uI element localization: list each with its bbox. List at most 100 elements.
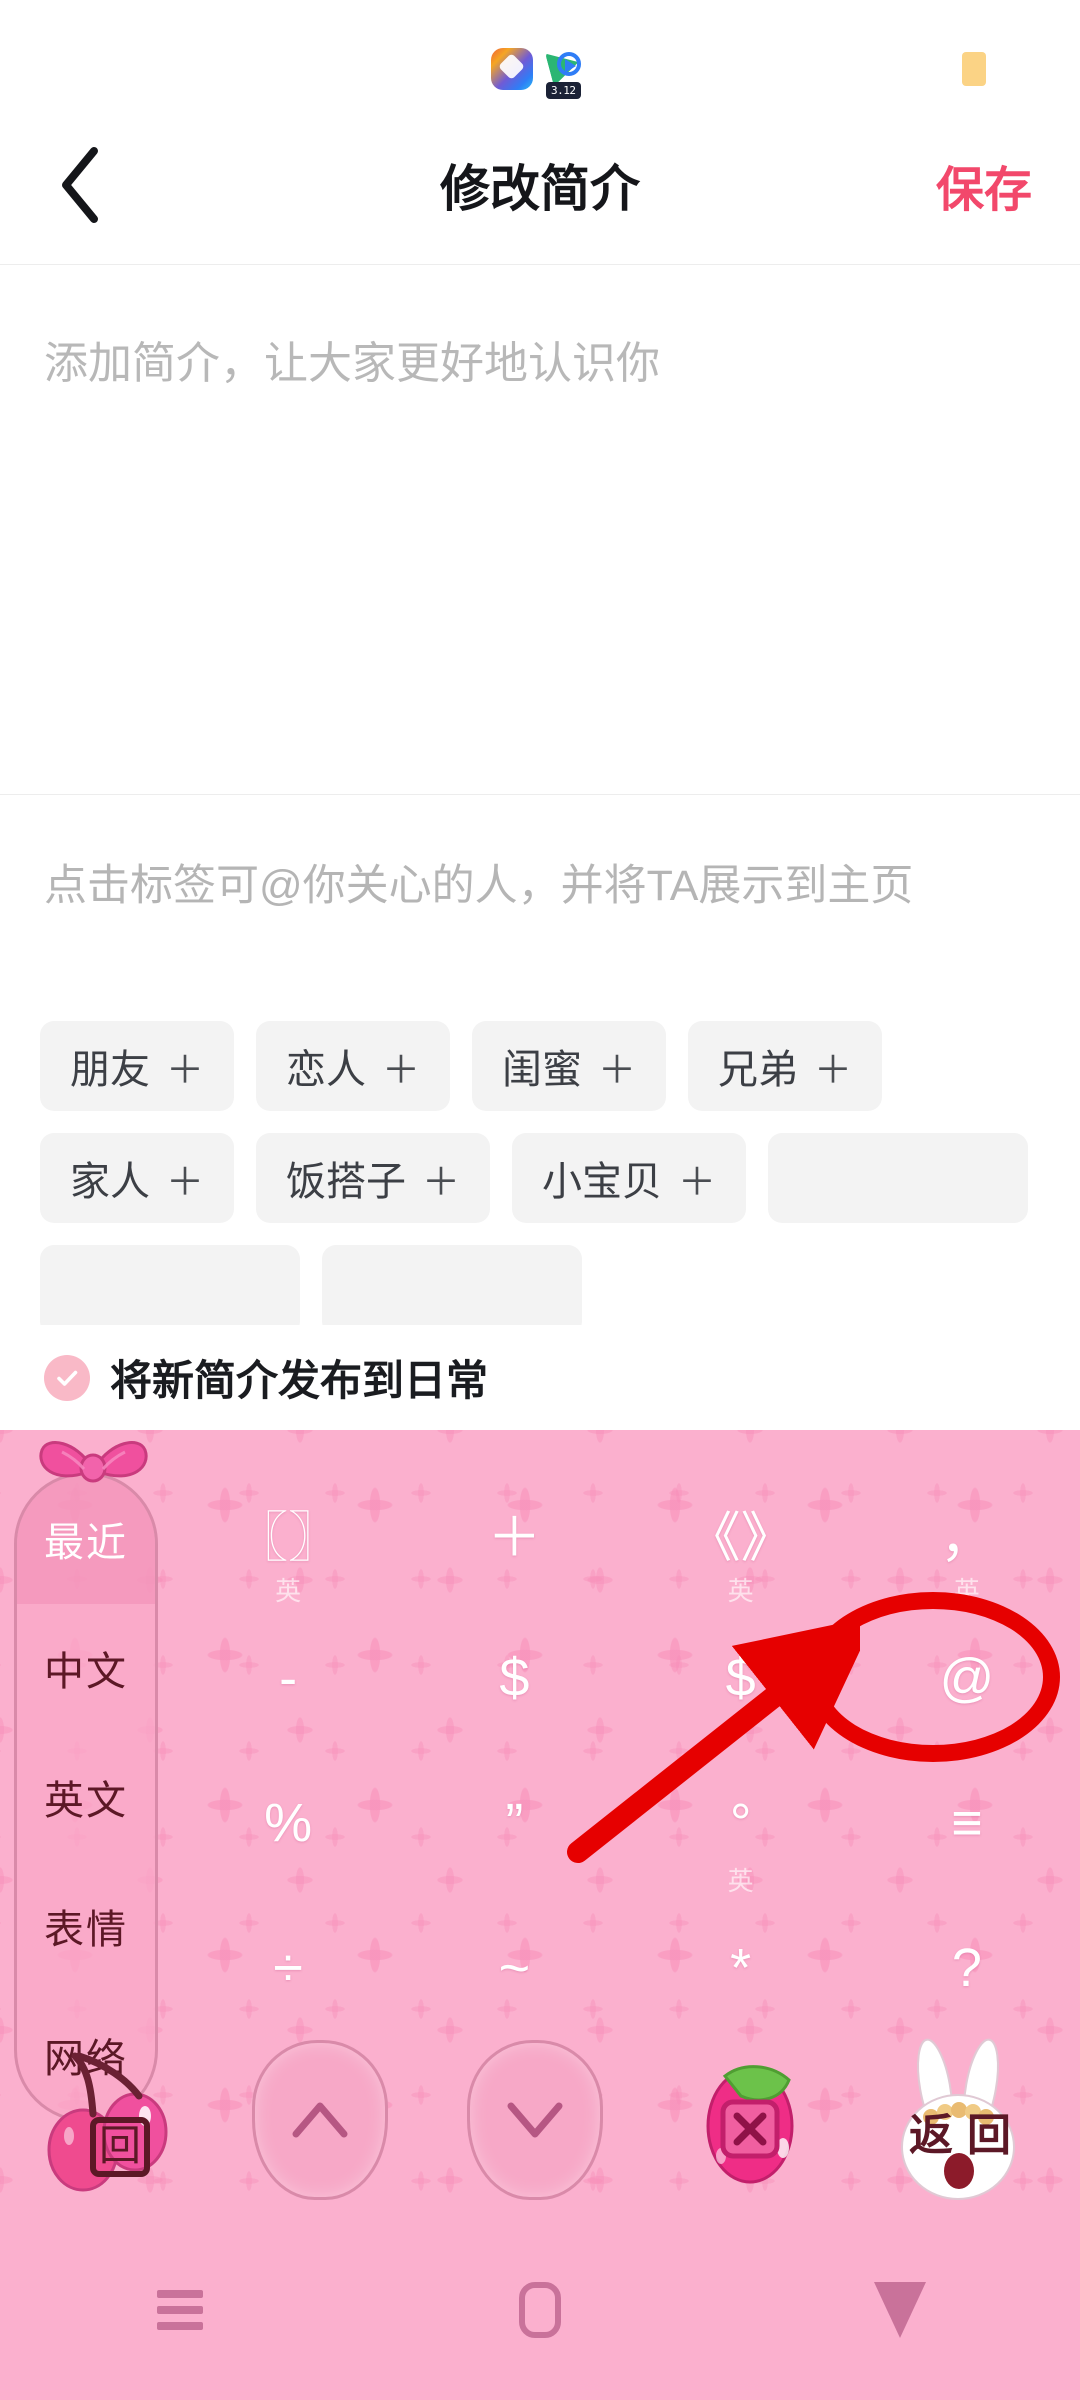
bunny-return-key[interactable]: 返 回 <box>868 2036 1048 2204</box>
keyboard-key-label: ~ <box>498 1937 531 1998</box>
battery-icon <box>962 52 986 86</box>
tag-chip-list: 朋友 ＋ 恋人 ＋ 闺蜜 ＋ 兄弟 ＋ 家人 ＋ 饭搭子 ＋ 小宝贝 ＋ <box>40 1021 1060 1325</box>
bunny-return-icon: 返 回 <box>873 2035 1043 2205</box>
tag-add-icon: ＋ <box>678 1161 717 1204</box>
keyboard-key[interactable]: $ <box>401 1605 627 1750</box>
keyboard-key[interactable]: $ 英 <box>628 1576 854 1750</box>
keyboard-key-label: * <box>730 1937 752 1998</box>
publish-to-daily-row[interactable]: 将新简介发布到日常 <box>0 1325 1080 1430</box>
app-header: 修改简介 保存 <box>0 105 1080 265</box>
tag-add-icon: ＋ <box>166 1049 205 1092</box>
tag-chip-label: 恋人 <box>286 1048 367 1092</box>
tag-add-icon: ＋ <box>422 1161 461 1204</box>
keyboard-key[interactable]: ~ <box>401 1895 627 2040</box>
tag-hint-text: 点击标签可@你关心的人，并将TA展示到主页 <box>44 862 914 910</box>
keyboard-key[interactable]: ÷ <box>175 1895 401 2040</box>
tag-chip[interactable]: 兄弟 ＋ <box>688 1021 883 1111</box>
status-bar: 3.12 <box>0 0 1080 105</box>
tag-chip[interactable]: 朋友 ＋ <box>40 1021 235 1111</box>
tag-chip[interactable]: 恋人 ＋ <box>256 1021 451 1111</box>
tag-chip[interactable]: 饭搭子 ＋ <box>256 1133 491 1223</box>
tag-section: 点击标签可@你关心的人，并将TA展示到主页 朋友＋恋人＋闺蜜＋兄弟＋家人＋饭搭子… <box>0 795 1080 1325</box>
keyboard-key-label: ÷ <box>273 1937 303 1998</box>
keyboard-tab-label: 最近 <box>44 1521 128 1566</box>
tag-chip-label: 家人 <box>70 1160 150 1204</box>
tag-chip-label: 兄弟 <box>718 1048 799 1092</box>
tag-chip[interactable]: 家人 ＋ <box>40 1133 235 1223</box>
keyboard-tab-label: 中文 <box>44 1650 128 1695</box>
video-play-icon <box>545 45 587 87</box>
keyboard-key[interactable]: % <box>175 1750 401 1895</box>
tag-add-icon: ＋ <box>814 1049 853 1092</box>
tag-chip-label: 小宝贝 <box>542 1160 663 1204</box>
tag-add-icon: ＋ <box>166 1161 205 1204</box>
keyboard-tab-label: 表情 <box>44 1907 128 1952</box>
check-circle-icon[interactable] <box>44 1354 90 1401</box>
keyboard-key-label: 〖〗 <box>234 1508 343 1568</box>
pink-bow-icon <box>39 1441 148 1483</box>
keyboard-key[interactable]: @ 英 <box>854 1576 1080 1750</box>
keyboard-key[interactable]: -英 <box>175 1576 401 1750</box>
keyboard-key-sublabel: 英 <box>275 1576 302 1606</box>
tag-chip[interactable]: 闺蜜 ＋ <box>472 1021 667 1111</box>
strawberry-delete-key[interactable] <box>660 2036 840 2204</box>
android-navigation-bar <box>0 2220 1080 2400</box>
svg-text:回: 回 <box>967 2111 1011 2160</box>
tag-chip-label: 饭搭子 <box>286 1160 407 1204</box>
status-bar-app-icons: 3.12 <box>491 45 589 104</box>
tag-chip-label: 朋友 <box>70 1048 150 1092</box>
keyboard-key-label: @ <box>939 1647 995 1708</box>
keyboard-key-sublabel: 英 <box>727 1576 754 1606</box>
tag-chip-partial[interactable] <box>40 1245 300 1325</box>
page-up-key[interactable] <box>230 2036 410 2204</box>
keyboard-key-label: ≡ <box>951 1792 983 1853</box>
keyboard-key[interactable]: ≡ <box>854 1750 1080 1895</box>
page-down-petal-shape <box>467 2040 603 2200</box>
gradient-app-icon <box>491 48 533 90</box>
keyboard-key-label: $ <box>499 1647 530 1708</box>
recents-icon <box>157 2290 203 2330</box>
home-icon <box>519 2282 561 2338</box>
svg-text:回: 回 <box>99 2122 141 2169</box>
keyboard-tab-label: 英文 <box>44 1778 128 1823</box>
back-triangle-icon <box>874 2282 926 2338</box>
bio-input-area[interactable]: 添加简介，让大家更好地认识你 <box>0 265 1080 795</box>
back-button[interactable] <box>40 145 120 225</box>
keyboard-key-label: - <box>279 1647 298 1708</box>
keyboard-key[interactable]: ” <box>401 1750 627 1895</box>
publish-to-daily-label: 将新简介发布到日常 <box>110 1357 489 1404</box>
cherry-icon: 回 <box>35 2040 185 2200</box>
page-up-petal-shape <box>252 2040 388 2200</box>
save-button[interactable]: 保存 <box>936 150 1032 220</box>
back-button-nav[interactable] <box>820 2250 980 2370</box>
keyboard-key-label: ， <box>939 1508 994 1568</box>
tag-chip-partial[interactable] <box>768 1133 1029 1223</box>
keyboard-key-grid: 〖〗＋《》， - 英 $ $ 英 @ 英%” ° ≡ ÷ ~ * 英? <box>175 1460 1080 2040</box>
page-down-key[interactable] <box>445 2036 625 2204</box>
tag-chip-label: 闺蜜 <box>502 1048 583 1092</box>
tag-chip[interactable]: 小宝贝 ＋ <box>512 1133 747 1223</box>
keyboard-tab-2[interactable]: 英文 <box>17 1733 155 1862</box>
keyboard-key[interactable]: ? <box>854 1895 1080 2040</box>
keyboard-key-sublabel: 英 <box>727 1866 754 1896</box>
keyboard-key[interactable]: * 英 <box>628 1866 854 2040</box>
tag-chip-partial[interactable] <box>322 1245 582 1325</box>
play-arrow-shape <box>565 59 576 73</box>
keyboard-tab-3[interactable]: 表情 <box>17 1861 155 1990</box>
keyboard-key-label: ? <box>951 1937 982 1998</box>
keyboard-key-label: % <box>264 1792 313 1853</box>
keyboard-function-row: 回 返 回 <box>0 2036 1080 2204</box>
home-button[interactable] <box>460 2250 620 2370</box>
keyboard-key-label: $ <box>725 1647 756 1708</box>
keyboard-key-sublabel: 英 <box>953 1576 980 1606</box>
app-badge: 3.12 <box>546 82 581 99</box>
keyboard-key-label: 《》 <box>686 1508 795 1568</box>
recents-button[interactable] <box>100 2250 260 2370</box>
keyboard-category-sidebar: 最近 中文 英文 表情 网络 <box>14 1472 158 2122</box>
svg-text:返: 返 <box>909 2111 953 2160</box>
keyboard-key[interactable]: ＋ <box>401 1460 627 1605</box>
ime-keyboard: 最近 中文 英文 表情 网络 〖〗＋《》， - 英 $ $ 英 @ 英%” ° ≡ ÷ ~ * 英? 回 <box>0 1430 1080 2220</box>
cherry-enter-key[interactable]: 回 <box>20 2036 200 2204</box>
tag-add-icon: ＋ <box>382 1049 421 1092</box>
keyboard-tab-1[interactable]: 中文 <box>17 1604 155 1733</box>
